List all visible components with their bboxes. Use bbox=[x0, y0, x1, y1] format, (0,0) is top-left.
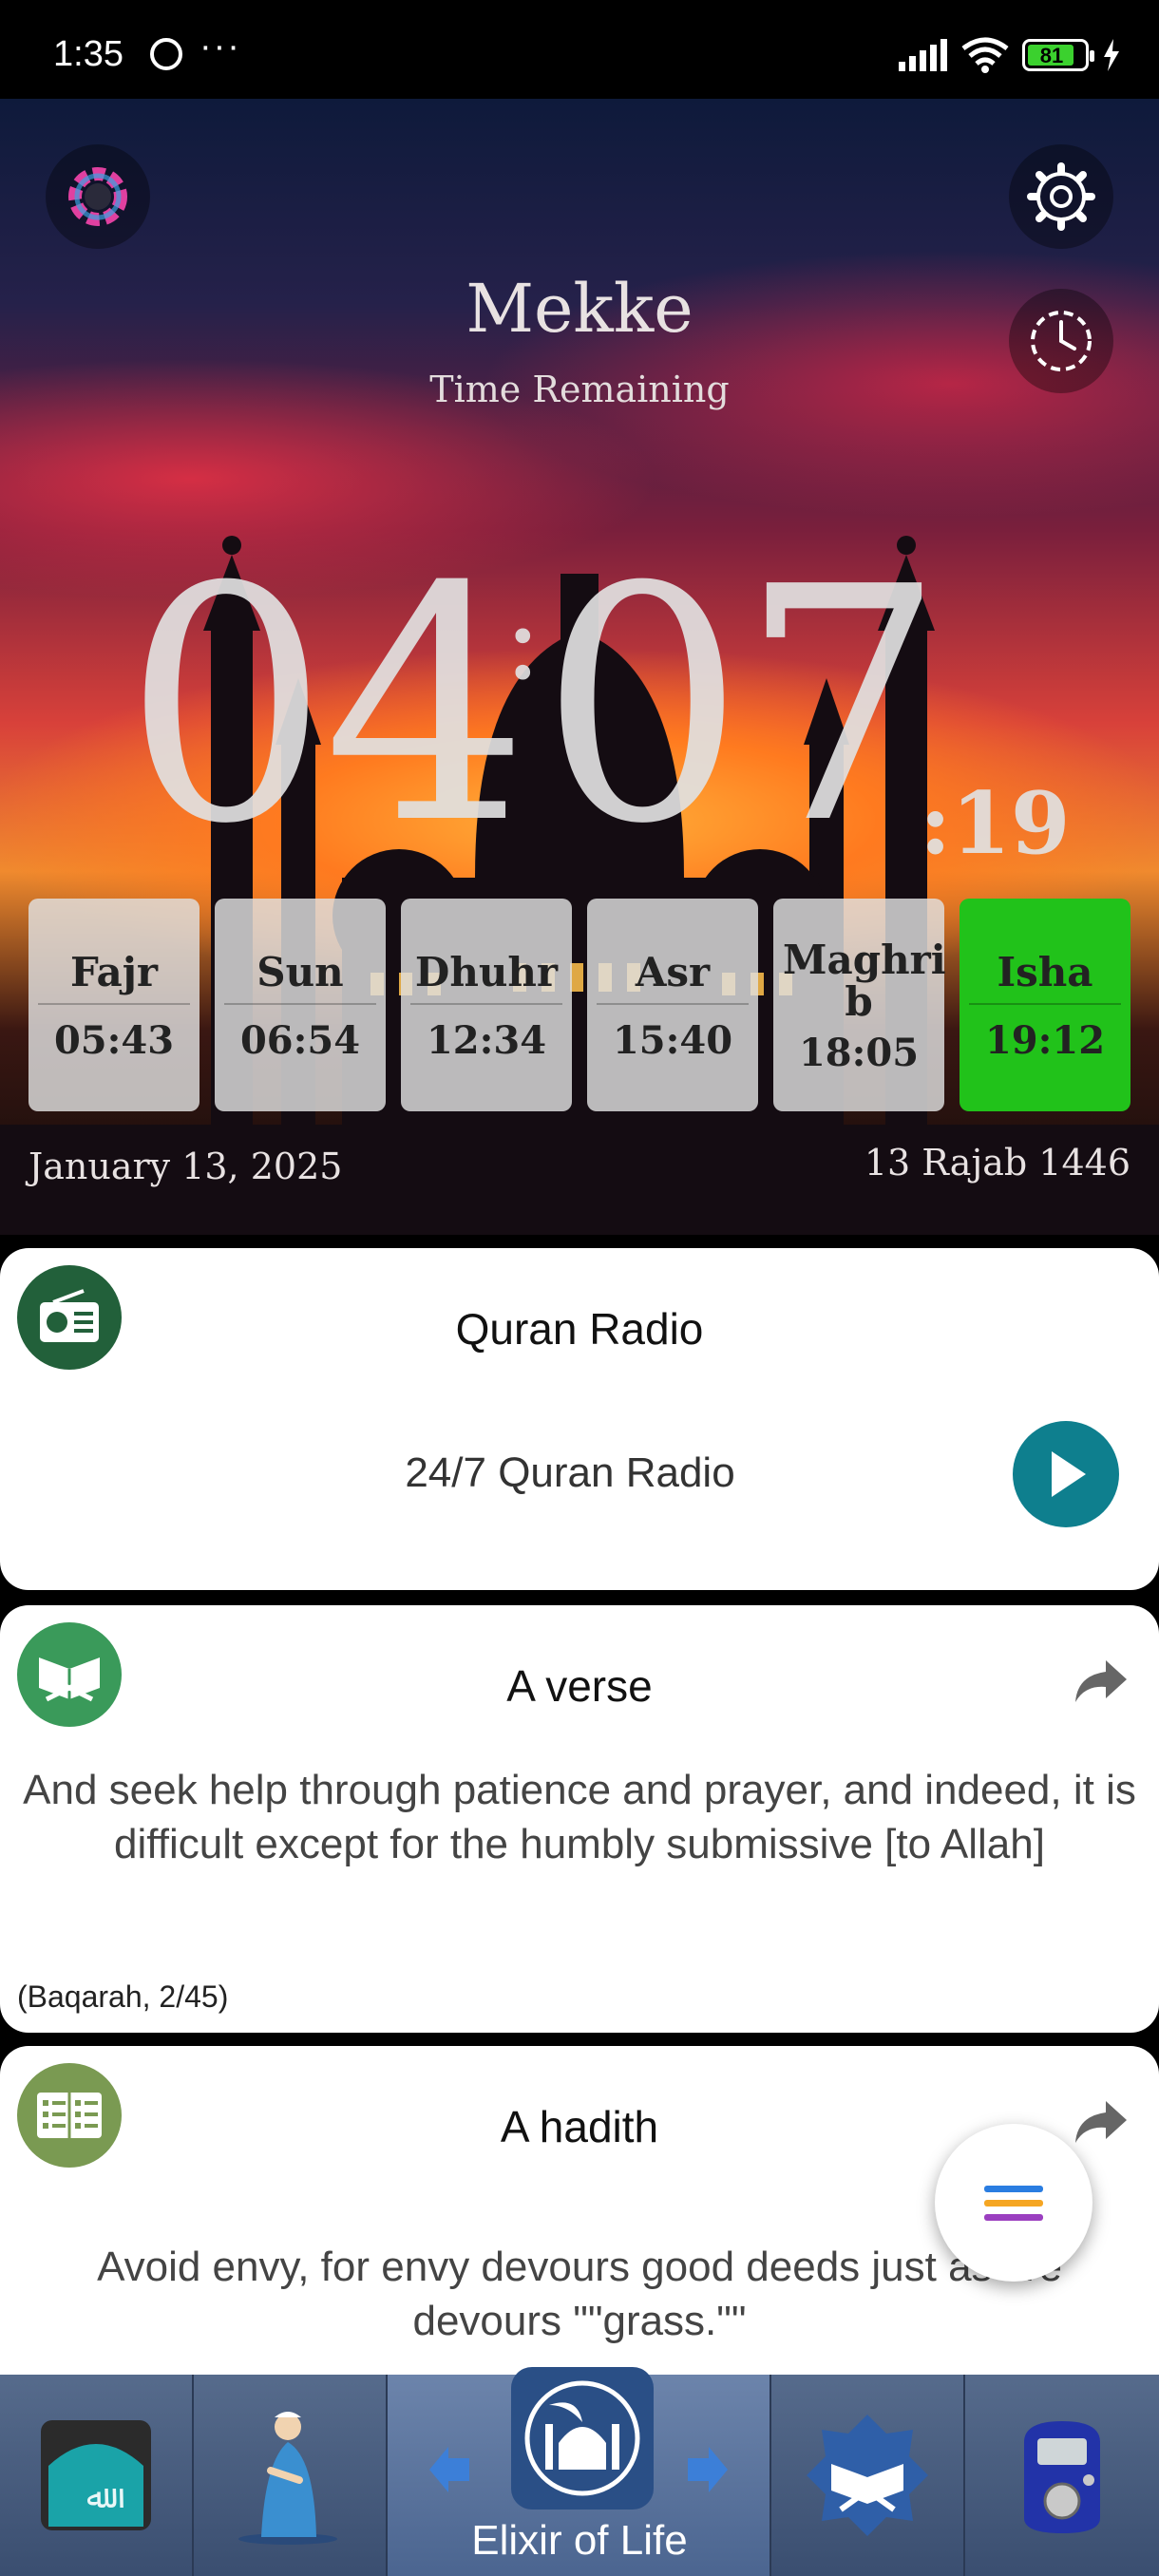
wifi-icon bbox=[961, 37, 1009, 73]
share-icon[interactable] bbox=[1070, 2092, 1130, 2152]
countdown-minutes: 07 bbox=[540, 519, 945, 895]
tasbih-counter-icon bbox=[1024, 2421, 1100, 2533]
colorful-gear-icon bbox=[68, 167, 127, 226]
prayer-dhuhr[interactable]: Dhuhr 12:34 bbox=[401, 899, 572, 1111]
prayer-times-row: Fajr 05:43 Sun 06:54 Dhuhr 12:34 Asr 15:… bbox=[28, 899, 1130, 1111]
prayer-name: Maghri b bbox=[783, 936, 946, 1025]
verse-card-title: A verse bbox=[506, 1661, 653, 1711]
countdown-hours: 04 bbox=[124, 519, 529, 895]
allah-name-icon: ﷲ bbox=[41, 2420, 151, 2530]
signal-icon bbox=[899, 39, 947, 71]
city-name: Mekke bbox=[466, 270, 694, 348]
prayer-isha[interactable]: Isha 19:12 bbox=[960, 899, 1130, 1111]
mosque-logo-icon bbox=[511, 2367, 654, 2510]
more-notifications-icon: ··· bbox=[200, 27, 241, 66]
countdown-seconds: :19 bbox=[920, 773, 1071, 874]
prayer-sun[interactable]: Sun 06:54 bbox=[215, 899, 386, 1111]
bottom-navigation: ﷲ Elixir of Life bbox=[0, 2367, 1159, 2576]
app-name-label: Elixir of Life bbox=[471, 2517, 688, 2564]
play-button[interactable] bbox=[1013, 1421, 1119, 1527]
prayer-time: 18:05 bbox=[798, 1030, 920, 1075]
prayer-time: 06:54 bbox=[239, 1017, 361, 1063]
menu-icon-line bbox=[984, 2185, 1043, 2192]
prayer-name: Isha bbox=[969, 948, 1121, 1005]
radio-card-title: Quran Radio bbox=[455, 1304, 704, 1354]
verse-card: A verse And seek help through patience a… bbox=[0, 1605, 1159, 2033]
prayer-name: Sun bbox=[224, 948, 376, 1005]
charging-icon bbox=[1104, 39, 1119, 71]
nav-allah-names[interactable]: ﷲ bbox=[0, 2375, 194, 2576]
theme-settings-button[interactable] bbox=[46, 144, 150, 249]
quran-icon bbox=[807, 2415, 928, 2536]
prayer-time: 15:40 bbox=[612, 1017, 733, 1063]
nav-left-arrow-icon[interactable] bbox=[428, 2441, 475, 2498]
quran-radio-card: Quran Radio 24/7 Quran Radio bbox=[0, 1248, 1159, 1590]
prayer-fajr[interactable]: Fajr 05:43 bbox=[28, 899, 200, 1111]
prayer-time-hero: Mekke Time Remaining 04 : 07 :19 Fajr 05… bbox=[0, 99, 1159, 1235]
prayer-time: 19:12 bbox=[984, 1017, 1106, 1063]
gear-icon bbox=[1027, 162, 1095, 231]
praying-man-icon bbox=[238, 2412, 337, 2545]
battery-percent: 81 bbox=[1039, 44, 1064, 67]
time-remaining-label: Time Remaining bbox=[429, 369, 730, 410]
prayer-asr[interactable]: Asr 15:40 bbox=[587, 899, 758, 1111]
prayer-time: 05:43 bbox=[53, 1017, 175, 1063]
countdown-colon: : bbox=[504, 574, 542, 706]
nav-home[interactable]: Elixir of Life bbox=[388, 2367, 771, 2576]
menu-icon-line bbox=[984, 2199, 1043, 2207]
play-icon bbox=[1052, 1451, 1086, 1497]
prayer-name: Fajr bbox=[38, 948, 190, 1005]
status-bar: 1:35 ··· 81 bbox=[0, 0, 1159, 99]
prayer-time: 12:34 bbox=[426, 1017, 547, 1063]
verse-text: And seek help through patience and praye… bbox=[23, 1767, 1136, 1867]
menu-icon-line bbox=[984, 2213, 1043, 2221]
gregorian-date: January 13, 2025 bbox=[28, 1146, 343, 1187]
hijri-date: 13 Rajab 1446 bbox=[864, 1142, 1130, 1184]
nav-quran[interactable] bbox=[771, 2375, 965, 2576]
notification-face-icon bbox=[150, 38, 182, 70]
nav-tasbih-counter[interactable] bbox=[965, 2375, 1159, 2576]
status-time: 1:35 bbox=[53, 34, 124, 74]
share-icon[interactable] bbox=[1070, 1651, 1130, 1712]
radio-station-label: 24/7 Quran Radio bbox=[405, 1449, 735, 1496]
verse-reference: (Baqarah, 2/45) bbox=[17, 1979, 229, 2014]
prayer-maghrib[interactable]: Maghri b 18:05 bbox=[773, 899, 946, 1111]
prayer-name: Dhuhr bbox=[410, 948, 562, 1005]
nav-prayer-guide[interactable] bbox=[194, 2375, 388, 2576]
prayer-name: Asr bbox=[597, 948, 749, 1005]
settings-button[interactable] bbox=[1009, 144, 1113, 249]
menu-fab-button[interactable] bbox=[935, 2124, 1092, 2282]
nav-right-arrow-icon[interactable] bbox=[682, 2441, 730, 2498]
battery-icon: 81 bbox=[1022, 39, 1094, 71]
